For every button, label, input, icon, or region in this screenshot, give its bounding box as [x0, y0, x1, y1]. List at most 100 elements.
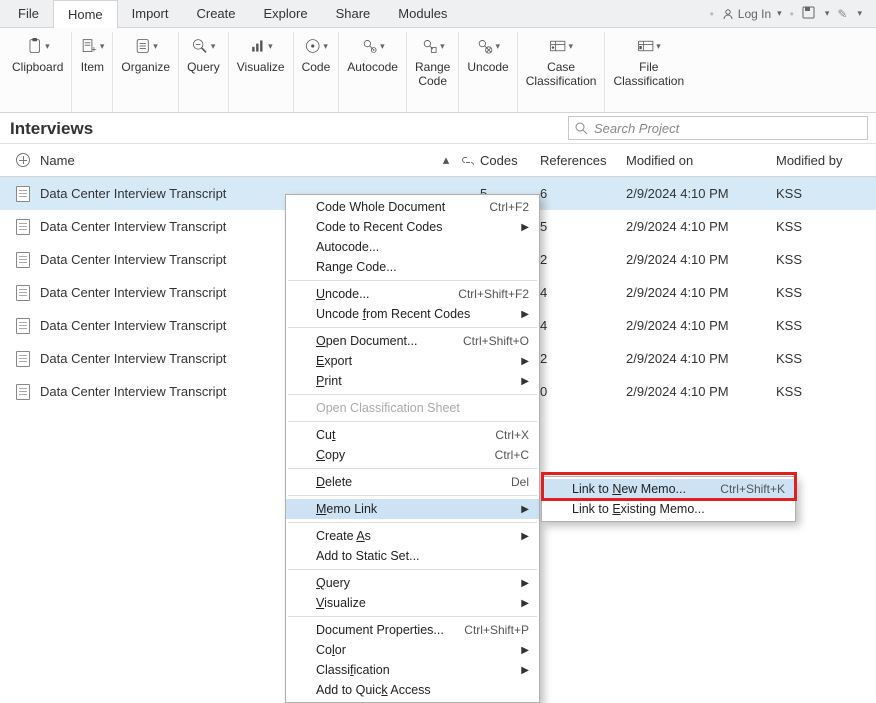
section-toolbar: Interviews Search Project [0, 113, 876, 143]
menu-item-visualize[interactable]: Visualize▶ [286, 593, 539, 613]
context-menu[interactable]: Code Whole DocumentCtrl+F2Code to Recent… [285, 194, 540, 703]
menu-separator [288, 522, 537, 523]
menu-item-create-as[interactable]: Create As▶ [286, 526, 539, 546]
menutab-home[interactable]: Home [53, 0, 118, 28]
header-name[interactable]: Name [36, 153, 436, 168]
menubar: FileHomeImportCreateExploreShareModules … [0, 0, 876, 28]
chevron-down-icon: ▾ [569, 41, 574, 52]
menu-item-label: Print [316, 374, 501, 388]
chevron-down-icon: ▾ [777, 8, 782, 19]
menu-item-link-to-existing-memo[interactable]: Link to Existing Memo... [542, 499, 795, 519]
menu-item-link-to-new-memo[interactable]: Link to New Memo...Ctrl+Shift+K [542, 479, 795, 499]
ribbon-icon: ▾ [26, 34, 50, 58]
menu-item-range-code[interactable]: Range Code... [286, 257, 539, 277]
ribbon-item[interactable]: +▾Item [72, 32, 113, 112]
ribbon: ▾Clipboard+▾Item▾Organize▾Query▾Visualiz… [0, 28, 876, 113]
menu-item-code-to-recent-codes[interactable]: Code to Recent Codes▶ [286, 217, 539, 237]
menutab-file[interactable]: File [4, 0, 53, 28]
menutab-explore[interactable]: Explore [250, 0, 322, 28]
ribbon-autocode[interactable]: ▾Autocode [339, 32, 407, 112]
chevron-down-icon: ▾ [323, 41, 328, 52]
ribbon-clipboard[interactable]: ▾Clipboard [4, 32, 72, 112]
ribbon-visualize[interactable]: ▾Visualize [229, 32, 294, 112]
header-modified-by[interactable]: Modified by [776, 153, 866, 168]
menu-separator [288, 327, 537, 328]
ribbon-file-classification[interactable]: ▾File Classification [605, 32, 692, 112]
menu-separator [288, 421, 537, 422]
menutab-import[interactable]: Import [118, 0, 183, 28]
submenu-arrow-icon: ▶ [521, 222, 529, 233]
sort-asc-icon[interactable]: ▴ [436, 152, 456, 168]
header-references[interactable]: References [540, 153, 626, 168]
menu-item-color[interactable]: Color▶ [286, 640, 539, 660]
ribbon-icon: ▾ [249, 34, 273, 58]
menu-item-delete[interactable]: DeleteDel [286, 472, 539, 492]
search-placeholder: Search Project [594, 121, 679, 136]
document-icon [10, 285, 36, 301]
menu-item-add-to-static-set[interactable]: Add to Static Set... [286, 546, 539, 566]
header-modified-on[interactable]: Modified on [626, 153, 776, 168]
menu-item-copy[interactable]: CopyCtrl+C [286, 445, 539, 465]
menu-item-label: Code Whole Document [316, 200, 469, 214]
menu-item-code-whole-document[interactable]: Code Whole DocumentCtrl+F2 [286, 197, 539, 217]
menu-item-label: Open Classification Sheet [316, 401, 529, 415]
edit-icon[interactable]: ✎ [837, 7, 847, 21]
menu-item-document-properties[interactable]: Document Properties...Ctrl+Shift+P [286, 620, 539, 640]
submenu-arrow-icon: ▶ [521, 578, 529, 589]
menu-item-uncode-from-recent-codes[interactable]: Uncode from Recent Codes▶ [286, 304, 539, 324]
menu-item-open-document[interactable]: Open Document...Ctrl+Shift+O [286, 331, 539, 351]
add-row-button[interactable] [10, 153, 36, 167]
row-modified-on: 2/9/2024 4:10 PM [626, 384, 776, 399]
chevron-down-icon[interactable]: ▾ [857, 8, 862, 19]
row-references: 4 [540, 318, 626, 333]
login-label[interactable]: Log In [738, 7, 771, 21]
menu-item-label: Create As [316, 529, 501, 543]
submenu-arrow-icon: ▶ [521, 504, 529, 515]
ribbon-case-classification[interactable]: ▾Case Classification [518, 32, 606, 112]
chevron-down-icon: ▾ [100, 41, 105, 52]
chevron-down-icon: ▾ [380, 41, 385, 52]
menu-separator [288, 394, 537, 395]
chevron-down-icon: ▾ [268, 41, 273, 52]
menu-item-query[interactable]: Query▶ [286, 573, 539, 593]
menutab-create[interactable]: Create [182, 0, 249, 28]
menu-item-shortcut: Ctrl+Shift+K [720, 482, 785, 496]
menu-item-label: Range Code... [316, 260, 529, 274]
row-modified-by: KSS [776, 384, 866, 399]
row-modified-by: KSS [776, 252, 866, 267]
menubar-right: • Log In ▾ • ▾ ✎ ▾ [710, 6, 872, 22]
menu-item-export[interactable]: Export▶ [286, 351, 539, 371]
menutab-modules[interactable]: Modules [384, 0, 461, 28]
ribbon-code[interactable]: ▾Code [294, 32, 340, 112]
submenu-arrow-icon: ▶ [521, 376, 529, 387]
search-icon [575, 122, 588, 135]
menu-item-memo-link[interactable]: Memo Link ▶ [286, 499, 539, 519]
row-modified-on: 2/9/2024 4:10 PM [626, 252, 776, 267]
svg-text:+: + [91, 44, 97, 55]
header-codes[interactable]: Codes [480, 153, 540, 168]
ribbon-uncode[interactable]: ▾Uncode [459, 32, 517, 112]
menu-item-label: Memo Link [316, 502, 501, 516]
save-icon[interactable] [802, 6, 815, 22]
ribbon-label: Range Code [415, 60, 450, 89]
menutab-share[interactable]: Share [322, 0, 385, 28]
menu-item-classification[interactable]: Classification▶ [286, 660, 539, 680]
menu-item-print[interactable]: Print ▶ [286, 371, 539, 391]
memo-link-submenu[interactable]: Link to New Memo...Ctrl+Shift+KLink to E… [541, 476, 796, 522]
row-modified-on: 2/9/2024 4:10 PM [626, 186, 776, 201]
search-input[interactable]: Search Project [568, 116, 868, 140]
menu-item-label: Cut [316, 428, 475, 442]
ribbon-query[interactable]: ▾Query [179, 32, 229, 112]
row-modified-on: 2/9/2024 4:10 PM [626, 351, 776, 366]
menu-item-autocode[interactable]: Autocode... [286, 237, 539, 257]
ribbon-range-code[interactable]: ▾Range Code [407, 32, 459, 112]
submenu-arrow-icon: ▶ [521, 598, 529, 609]
row-modified-by: KSS [776, 351, 866, 366]
chevron-down-icon: ▾ [656, 41, 661, 52]
ribbon-organize[interactable]: ▾Organize [113, 32, 179, 112]
menu-item-uncode[interactable]: Uncode...Ctrl+Shift+F2 [286, 284, 539, 304]
menu-item-add-to-quick-access[interactable]: Add to Quick Access [286, 680, 539, 700]
menu-item-cut[interactable]: CutCtrl+X [286, 425, 539, 445]
chevron-down-icon[interactable]: ▾ [825, 8, 830, 19]
row-modified-on: 2/9/2024 4:10 PM [626, 285, 776, 300]
